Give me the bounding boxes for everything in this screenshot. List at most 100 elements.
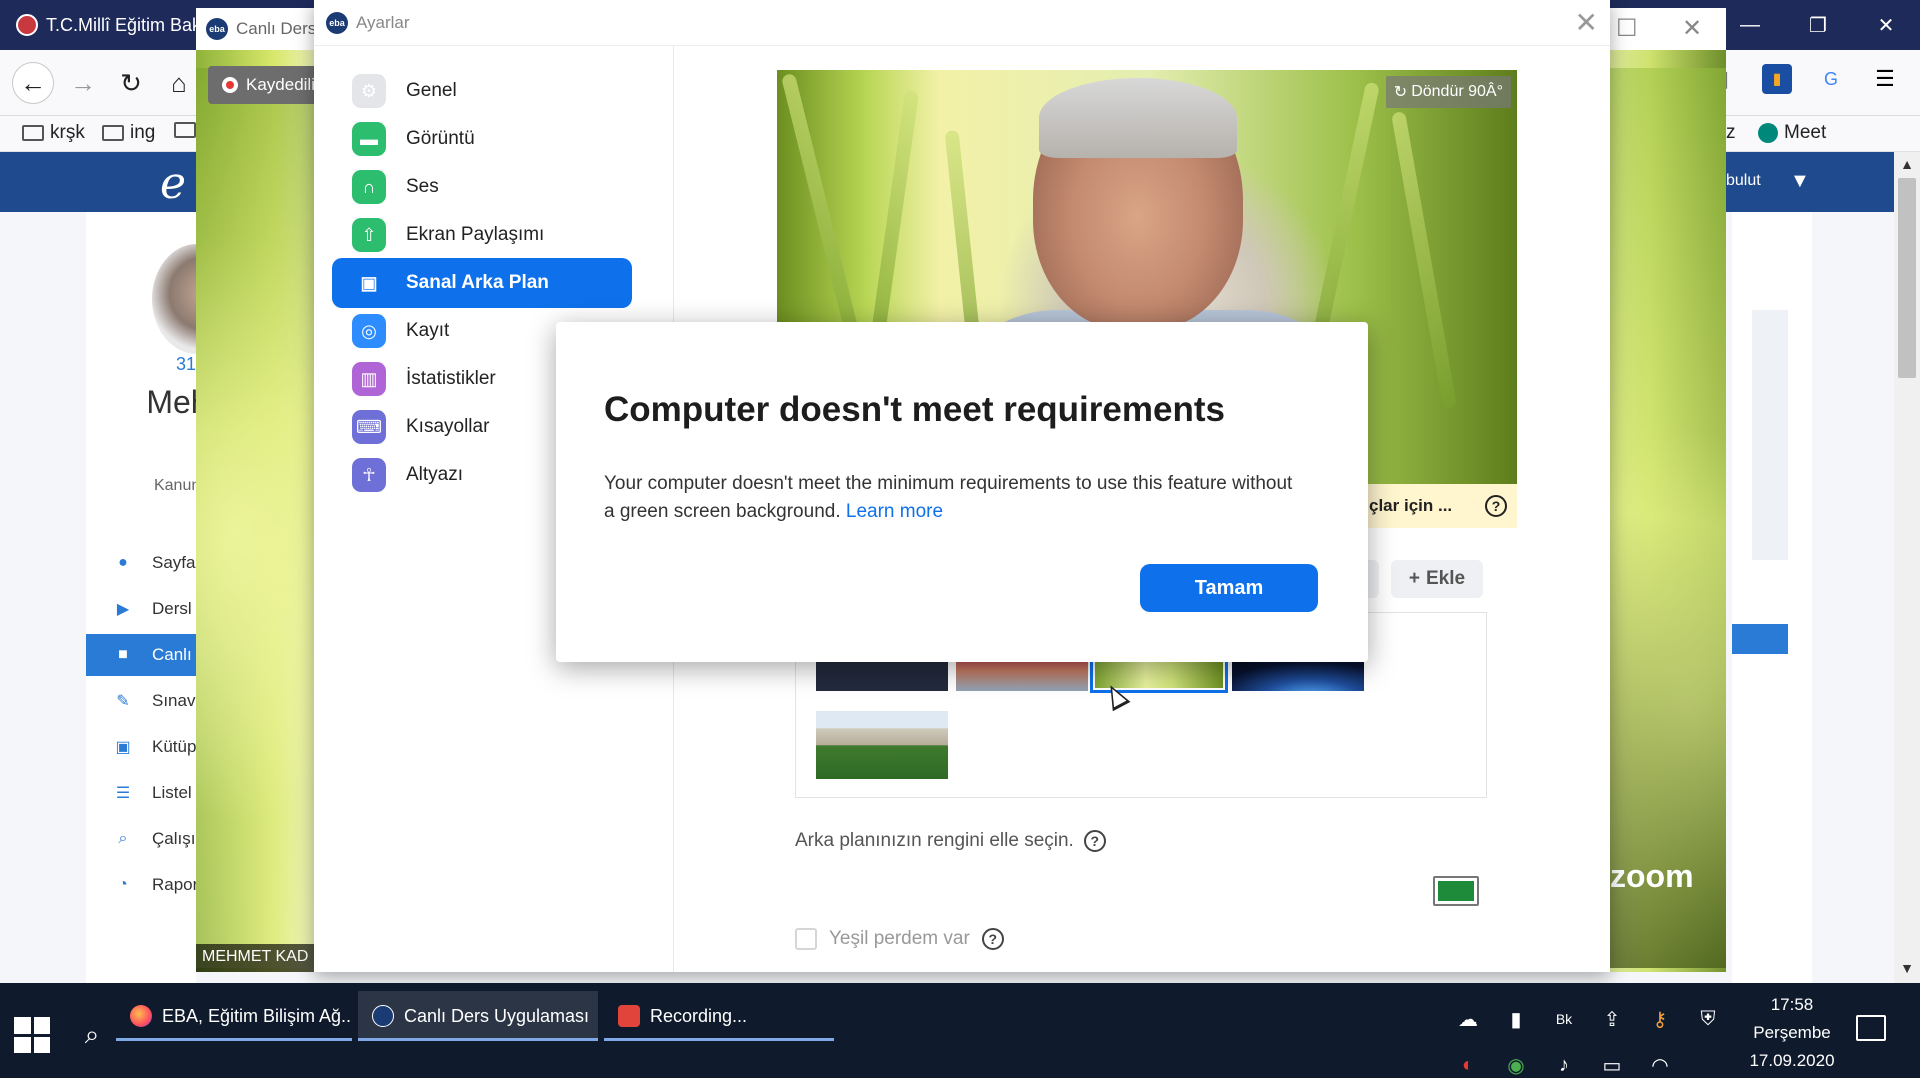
color-swatch[interactable]: [1433, 876, 1479, 906]
onedrive-icon[interactable]: ☁: [1454, 1005, 1482, 1033]
maximize-icon[interactable]: ☐: [1616, 14, 1638, 43]
grass-right: [1606, 68, 1726, 968]
participant-name: MEHMET KAD: [196, 944, 316, 972]
settings-title: eba Ayarlar: [326, 12, 410, 34]
hint-text: çlar için ...: [1369, 496, 1453, 515]
recording-label: Kaydediliyor: [246, 75, 320, 94]
clock-day: Perşembe: [1753, 1023, 1831, 1042]
clock-time: 17:58: [1770, 995, 1814, 1014]
video-icon: ▬: [352, 122, 386, 156]
grass-blade: [868, 90, 920, 350]
bookmark-partial[interactable]: z: [1726, 122, 1736, 144]
learn-more-link[interactable]: Learn more: [846, 501, 943, 522]
search-icon[interactable]: ⌕: [70, 1013, 114, 1057]
firefox-icon: [130, 1005, 152, 1027]
translate-extension-icon[interactable]: G: [1816, 64, 1846, 94]
taskbar-item-recording[interactable]: Recording...: [604, 991, 834, 1041]
restore-icon[interactable]: ❐: [1784, 0, 1852, 50]
bookmark-folder[interactable]: krşk: [22, 122, 85, 144]
microphone-icon[interactable]: ▮: [1502, 1005, 1530, 1033]
close-icon[interactable]: ✕: [1575, 6, 1598, 39]
nav-item-ses[interactable]: ∩ Ses: [332, 162, 632, 212]
scroll-up-icon[interactable]: ▲: [1898, 156, 1916, 172]
bookmark-folder[interactable]: ing: [102, 122, 155, 144]
bookmark-folder[interactable]: [174, 122, 196, 138]
windows-start-icon[interactable]: [14, 1017, 50, 1053]
eba-menu-label: Kütüp: [152, 737, 197, 756]
help-icon[interactable]: ?: [1083, 830, 1106, 852]
ok-button[interactable]: Tamam: [1140, 564, 1318, 612]
video-camera-icon: ■: [118, 646, 128, 663]
profile-number: 31: [176, 354, 197, 374]
add-label: Ekle: [1426, 568, 1466, 589]
scrollbar-thumb[interactable]: [1898, 178, 1916, 378]
analytics-extension-icon[interactable]: ▮: [1762, 64, 1792, 94]
volume-icon[interactable]: ♪: [1550, 1051, 1578, 1078]
help-icon[interactable]: ?: [1485, 495, 1507, 517]
eba-menu-label: Çalışı: [152, 829, 196, 848]
nav-item-ekran-paylasimi[interactable]: ⇧ Ekran Paylaşımı: [332, 210, 632, 260]
nav-item-sanal-arka-plan[interactable]: ▣ Sanal Arka Plan: [332, 258, 632, 308]
key-icon[interactable]: ⚷: [1646, 1005, 1674, 1033]
notification-center-icon[interactable]: [1856, 1015, 1886, 1041]
grass-blade: [1308, 81, 1380, 359]
nav-item-label: Genel: [406, 80, 457, 101]
folder-icon: [102, 125, 124, 141]
meet-icon: [1758, 123, 1778, 143]
adobe-icon[interactable]: ◐: [1454, 1051, 1482, 1078]
green-screen-label: Yeşil perdem var: [829, 928, 970, 949]
clock-date: 17.09.2020: [1749, 1051, 1835, 1070]
share-screen-icon: ⇧: [352, 218, 386, 252]
stats-icon: ▥: [352, 362, 386, 396]
rotate-button[interactable]: ↻ Döndür 90Â°: [1385, 76, 1511, 108]
chrome-icon[interactable]: ◉: [1502, 1051, 1530, 1078]
bookmark-meet[interactable]: Meet: [1758, 122, 1826, 144]
home-icon[interactable]: ⌂: [158, 62, 200, 104]
grass-blade: [1391, 111, 1457, 409]
close-icon[interactable]: ✕: [1852, 0, 1920, 50]
eba-menu-label: Sayfa: [152, 553, 196, 572]
taskbar-item-firefox[interactable]: EBA, Eğitim Bilişim Ağ...: [116, 991, 352, 1041]
menu-icon[interactable]: ☰: [1870, 64, 1900, 94]
record-icon: ◎: [352, 314, 386, 348]
swatch-fill: [1438, 881, 1474, 901]
nav-item-goruntu[interactable]: ▬ Görüntü: [332, 114, 632, 164]
green-screen-checkbox[interactable]: [795, 928, 817, 950]
eba-menu-label: Sınav: [152, 691, 196, 710]
meeting-title-text: Canlı Ders: [236, 19, 317, 38]
forward-arrow-icon[interactable]: →: [62, 62, 104, 104]
upload-icon[interactable]: ⇪: [1598, 1005, 1626, 1033]
nav-item-genel[interactable]: ⚙ Genel: [332, 66, 632, 116]
wifi-icon[interactable]: ◠: [1646, 1051, 1674, 1078]
eba-menu-label: Dersl: [152, 599, 192, 618]
bookmark-label: ing: [130, 122, 156, 143]
eba-logo[interactable]: e: [160, 158, 186, 209]
security-shield-icon[interactable]: ⛨: [1694, 1005, 1722, 1033]
help-icon[interactable]: ?: [981, 928, 1004, 950]
rotate-label: Döndür 90Â°: [1411, 83, 1503, 100]
background-thumb-field[interactable]: [816, 711, 948, 779]
eba-bulut-link[interactable]: bulut: [1726, 172, 1761, 190]
nav-item-label: Ekran Paylaşımı: [406, 224, 545, 245]
browser-tab[interactable]: T.C.Millî Eğitim Bak: [12, 6, 202, 44]
chevron-down-icon[interactable]: ▼: [1790, 170, 1810, 193]
accessibility-icon: ☥: [352, 458, 386, 492]
search-list-icon: ⌕: [118, 830, 128, 847]
browser-extension-icons: ▮ ▮ G ☰: [1708, 64, 1900, 94]
list-icon: ☰: [115, 785, 131, 802]
color-picker-label: Arka planınızın rengini elle seçin.: [795, 830, 1074, 851]
taskbar-item-canli-ders[interactable]: Canlı Ders Uygulaması: [358, 991, 598, 1041]
taskbar-clock[interactable]: 17:58 Perşembe 17.09.2020: [1736, 991, 1848, 1075]
recording-indicator[interactable]: Kaydediliyor: [208, 66, 320, 104]
windows-taskbar: ⌕ EBA, Eğitim Bilişim Ağ... Canlı Ders U…: [0, 983, 1920, 1078]
requirements-dialog: Computer doesn't meet requirements Your …: [556, 322, 1368, 662]
reload-icon[interactable]: ↻: [110, 62, 152, 104]
add-background-button[interactable]: + Ekle: [1391, 560, 1483, 598]
back-arrow-icon[interactable]: ←: [12, 62, 54, 104]
app-tray-icon[interactable]: Bk: [1550, 1005, 1578, 1033]
minimize-icon[interactable]: —: [1716, 0, 1784, 50]
battery-icon[interactable]: ▭: [1598, 1051, 1626, 1078]
scroll-down-icon[interactable]: ▼: [1898, 960, 1916, 976]
close-icon[interactable]: ✕: [1682, 14, 1702, 43]
record-app-icon: [618, 1005, 640, 1027]
